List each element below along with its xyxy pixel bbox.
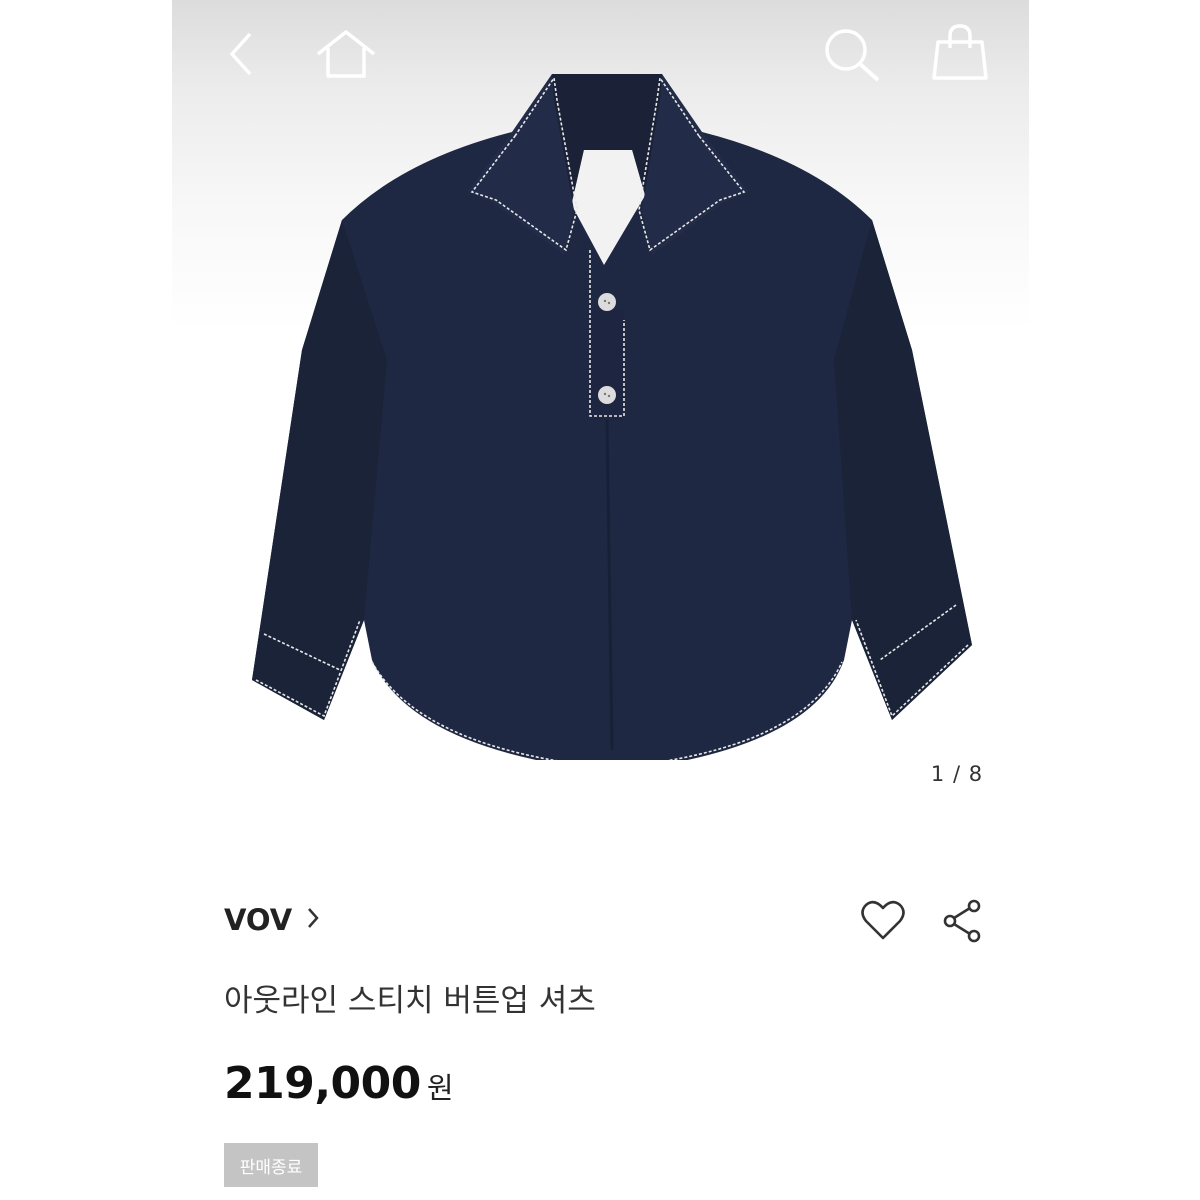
product-image [252, 74, 972, 760]
search-icon[interactable] [822, 26, 882, 84]
home-icon[interactable] [314, 28, 378, 80]
image-counter: 1 / 8 [930, 762, 984, 786]
price: 219,000 원 [224, 1058, 454, 1109]
top-navigation-bar [172, 0, 1029, 110]
brand-link[interactable]: VOV [224, 898, 320, 942]
heart-icon[interactable] [860, 898, 906, 942]
brand-name: VOV [224, 903, 293, 937]
product-gallery[interactable]: 1 / 8 [172, 0, 1029, 830]
share-icon[interactable] [940, 898, 984, 944]
price-currency: 원 [426, 1071, 454, 1105]
back-icon[interactable] [224, 30, 260, 78]
status-badge: 판매종료 [224, 1143, 318, 1187]
product-title: 아웃라인 스티치 버튼업 셔츠 [224, 983, 596, 1019]
product-detail-screen: 1 / 8 VOV 아웃라인 스티치 버튼업 셔츠 219,000 원 판매종료 [172, 0, 1029, 1200]
price-amount: 219,000 [224, 1058, 421, 1109]
chevron-right-icon [306, 906, 320, 934]
shopping-bag-icon[interactable] [930, 22, 990, 82]
